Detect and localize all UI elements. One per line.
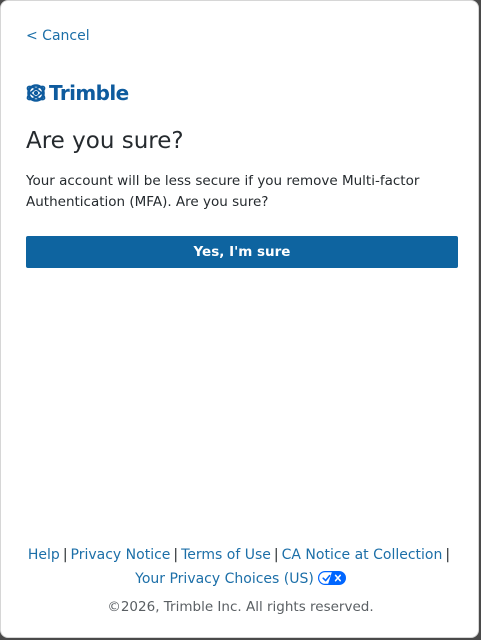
privacy-choices-label: Your Privacy Choices (US) [135,571,314,587]
trimble-globe-icon [26,84,46,102]
page-title: Are you sure? [26,128,184,154]
privacy-choices-link[interactable]: Your Privacy Choices (US) [135,571,346,587]
footer-separator: | [445,547,451,563]
copyright-text: ©2026, Trimble Inc. All rights reserved. [107,599,374,615]
privacy-notice-link[interactable]: Privacy Notice [71,547,171,563]
confirm-remove-mfa-button[interactable]: Yes, I'm sure [26,236,458,268]
ca-notice-link[interactable]: CA Notice at Collection [282,547,443,563]
privacy-choices-row: Your Privacy Choices (US) [1,568,480,592]
terms-of-use-link[interactable]: Terms of Use [181,547,271,563]
footer-separator: | [273,547,279,563]
warning-message: Your account will be less secure if you … [26,173,420,210]
logo-wordmark: Trimble [49,81,129,105]
trimble-logo: Trimble [25,80,129,106]
privacy-options-toggle-icon [317,570,346,592]
help-link[interactable]: Help [28,547,60,563]
mfa-removal-dialog: < Cancel Trimble Are you sure? Your acco… [0,0,479,638]
footer-separator: | [62,547,68,563]
cancel-link[interactable]: < Cancel [26,27,90,45]
footer-separator: | [173,547,179,563]
footer-links: Help | Privacy Notice | Terms of Use | CA Noti… [1,544,480,566]
